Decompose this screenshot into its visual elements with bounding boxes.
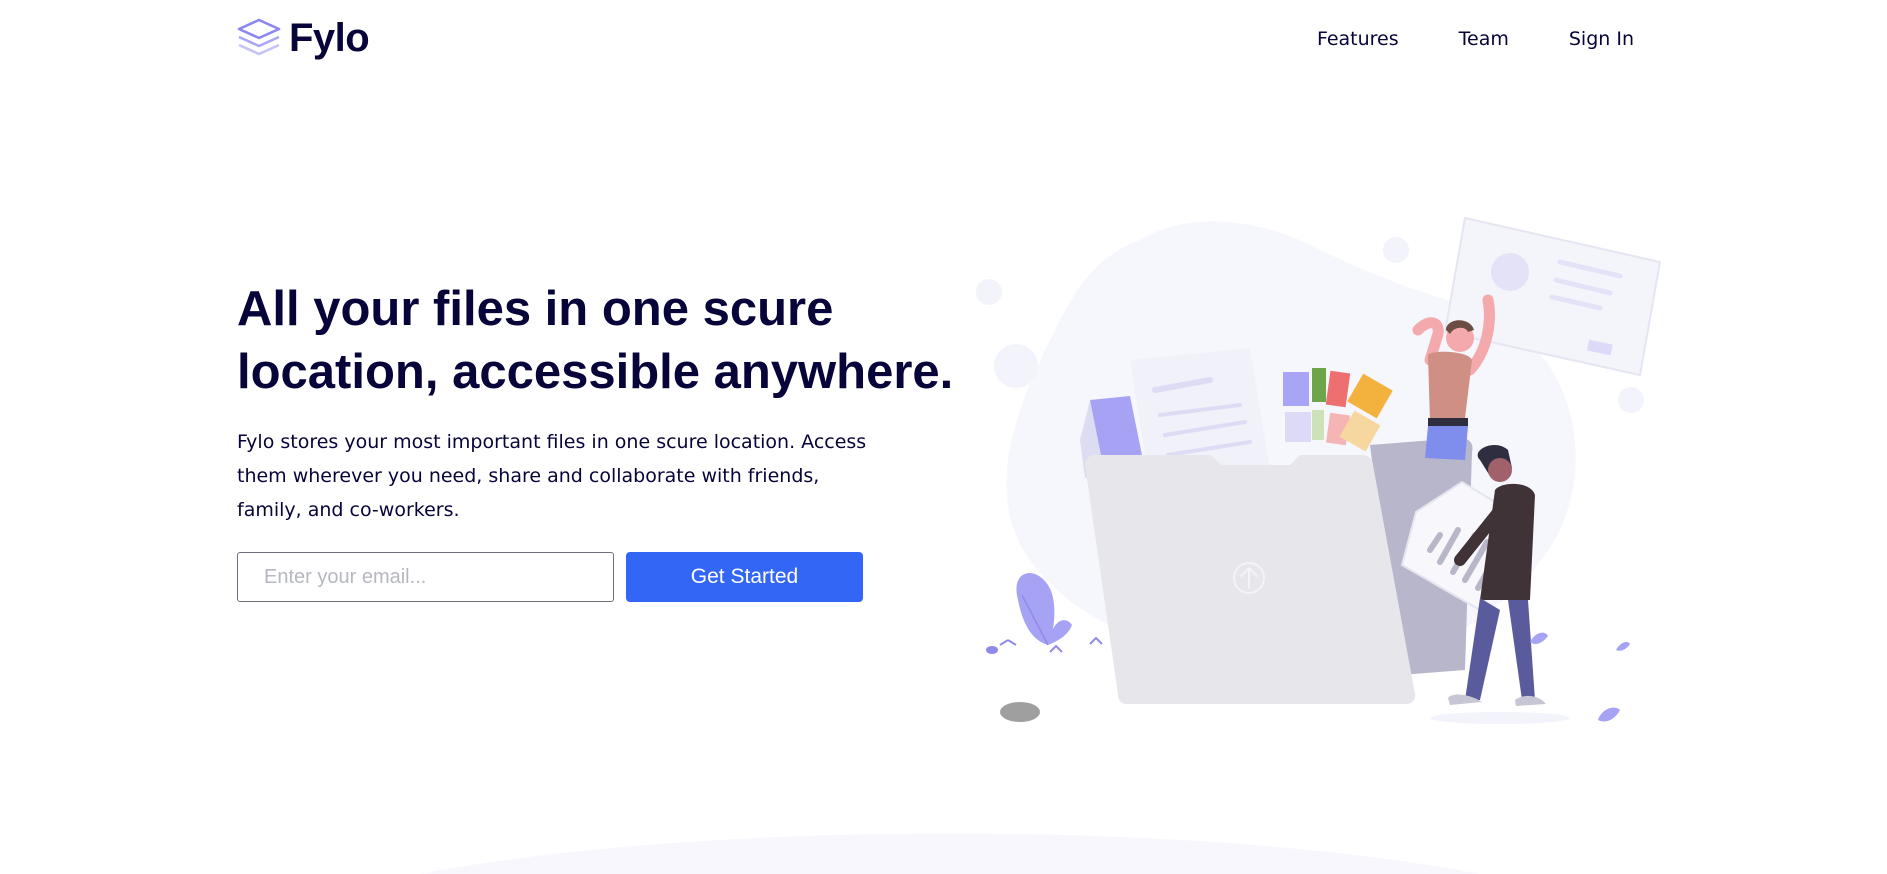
folder-upload-illustration	[976, 216, 1662, 724]
leaf-icon	[1598, 707, 1620, 722]
nav-sign-in-link[interactable]: Sign In	[1569, 25, 1634, 53]
site-header: Fylo Features Team Sign In	[0, 0, 1887, 80]
hero-description: Fylo stores your most important files in…	[237, 431, 867, 521]
main-nav: Features Team Sign In	[1317, 25, 1634, 53]
nav-team-link[interactable]: Team	[1459, 25, 1509, 53]
nav-features-link[interactable]: Features	[1317, 25, 1399, 53]
email-input[interactable]	[237, 552, 614, 602]
leaf-icon	[1616, 642, 1630, 651]
brand-name: Fylo	[289, 16, 370, 60]
leaf-icon	[1530, 632, 1548, 644]
rock	[1000, 702, 1040, 722]
bubble	[976, 279, 1002, 305]
get-started-button[interactable]: Get Started	[626, 552, 863, 602]
section-divider-curve	[420, 833, 1480, 874]
stacked-layers-icon	[237, 18, 281, 56]
logo[interactable]: Fylo	[237, 16, 370, 60]
ground-shadow	[1430, 712, 1570, 724]
folder-icon	[1085, 455, 1416, 704]
bubble	[994, 344, 1038, 388]
bubble	[1618, 387, 1644, 413]
hero-title: All your files in one scure location, ac…	[237, 282, 954, 399]
bubble	[1383, 237, 1409, 263]
